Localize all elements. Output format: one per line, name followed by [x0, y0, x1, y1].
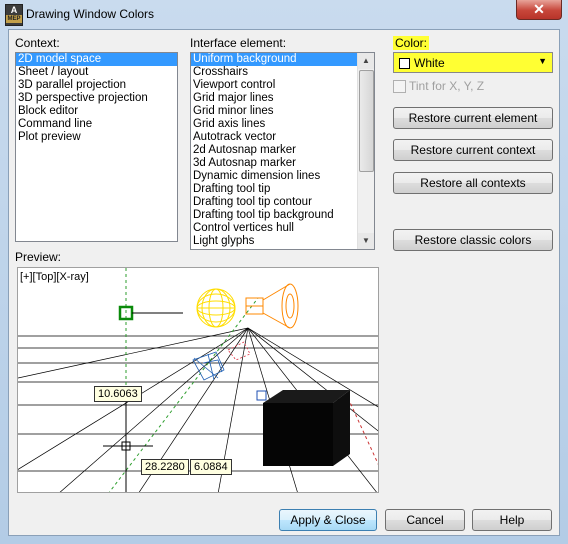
- color-value: White: [414, 56, 445, 70]
- black-cube: [263, 390, 350, 466]
- list-item[interactable]: Plot preview: [16, 131, 177, 144]
- list-item[interactable]: Grid major lines: [191, 92, 358, 105]
- help-button[interactable]: Help: [472, 509, 552, 531]
- scroll-thumb[interactable]: [359, 70, 374, 172]
- dimension-tooltip-1: 10.6063: [94, 386, 142, 402]
- context-label: Context:: [15, 36, 60, 50]
- list-item[interactable]: 3D parallel projection: [16, 79, 177, 92]
- list-item[interactable]: Drafting tool tip contour: [191, 196, 358, 209]
- spot-light-glyph-icon: [245, 283, 299, 329]
- apply-close-button[interactable]: Apply & Close: [279, 509, 377, 531]
- context-listbox[interactable]: 2D model space Sheet / layout 3D parallel …: [15, 52, 178, 242]
- list-item[interactable]: 2D model space: [16, 53, 177, 66]
- scroll-down-arrow-icon[interactable]: ▼: [358, 233, 374, 249]
- x-axis-line: [347, 397, 378, 465]
- window-title: Drawing Window Colors: [26, 7, 155, 21]
- color-label: Color:: [393, 36, 430, 50]
- restore-classic-colors-button[interactable]: Restore classic colors: [393, 229, 553, 251]
- list-item[interactable]: Drafting tool tip: [191, 183, 358, 196]
- restore-current-context-button[interactable]: Restore current context: [393, 139, 553, 161]
- list-item[interactable]: Autotrack vector: [191, 131, 358, 144]
- list-item[interactable]: Block editor: [16, 105, 177, 118]
- color-dropdown[interactable]: White ▼: [393, 52, 553, 73]
- dialog-window: A MEP Drawing Window Colors ✕ Context: 2D…: [0, 0, 568, 544]
- list-item[interactable]: Crosshairs: [191, 66, 358, 79]
- title-bar[interactable]: A MEP Drawing Window Colors ✕: [0, 0, 568, 29]
- preview-label: Preview:: [15, 250, 62, 264]
- list-item[interactable]: 3D perspective projection: [16, 92, 177, 105]
- crosshair-cursor-icon: [103, 388, 153, 492]
- camera-glyph-icon: [192, 351, 225, 381]
- interface-element-scrollbar[interactable]: ▲ ▼: [357, 53, 374, 249]
- interface-element-label: Interface element:: [190, 36, 287, 50]
- restore-current-element-button[interactable]: Restore current element: [393, 107, 553, 129]
- tint-checkbox[interactable]: [393, 80, 406, 93]
- point-light-glyph-icon: [196, 288, 236, 328]
- list-item[interactable]: Command line: [16, 118, 177, 131]
- list-item[interactable]: Dynamic dimension lines: [191, 170, 358, 183]
- list-item[interactable]: Grid axis lines: [191, 118, 358, 131]
- osnap-marker-icon: [256, 390, 267, 401]
- list-item[interactable]: Grid minor lines: [191, 105, 358, 118]
- list-item[interactable]: 2d Autosnap marker: [191, 144, 358, 157]
- interface-element-listbox[interactable]: Uniform background Crosshairs Viewport con…: [190, 52, 375, 250]
- dimension-tooltip-2: 28.2280: [141, 459, 189, 475]
- tint-label: Tint for X, Y, Z: [409, 79, 485, 93]
- cancel-button[interactable]: Cancel: [385, 509, 465, 531]
- dropdown-arrow-icon[interactable]: ▼: [538, 56, 547, 66]
- list-item[interactable]: Sheet / layout: [16, 66, 177, 79]
- distant-light-glyph-icon: [227, 341, 251, 361]
- scroll-up-arrow-icon[interactable]: ▲: [358, 53, 374, 69]
- list-item[interactable]: Viewport control: [191, 79, 358, 92]
- list-item[interactable]: Uniform background: [191, 53, 358, 66]
- color-swatch: [399, 58, 410, 69]
- preview-viewport: [+][Top][X-ray] 10.6063 28.2280 6.0884: [17, 267, 379, 493]
- list-item[interactable]: Light glyphs: [191, 235, 358, 248]
- viewport-controls[interactable]: [+][Top][X-ray]: [20, 271, 89, 283]
- app-logo-icon[interactable]: A MEP: [5, 4, 23, 26]
- dialog-body: Context: 2D model space Sheet / layout 3D …: [8, 29, 560, 536]
- close-button[interactable]: ✕: [516, 0, 562, 20]
- dimension-tooltip-3: 6.0884: [190, 459, 232, 475]
- list-item[interactable]: 3d Autosnap marker: [191, 157, 358, 170]
- restore-all-contexts-button[interactable]: Restore all contexts: [393, 172, 553, 194]
- list-item[interactable]: Control vertices hull: [191, 222, 358, 235]
- list-item[interactable]: Drafting tool tip background: [191, 209, 358, 222]
